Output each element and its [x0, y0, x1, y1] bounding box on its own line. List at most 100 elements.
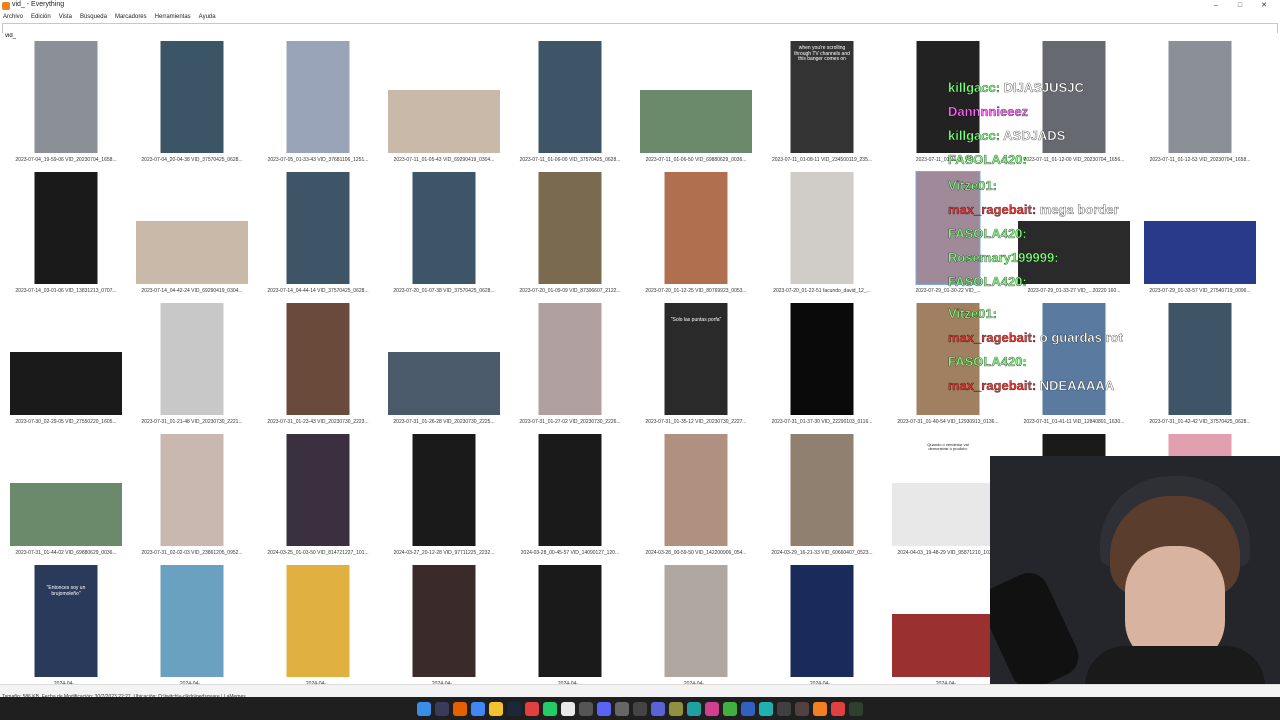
file-thumbnail-item[interactable]: 2023-07-11_01-12-53 VID_20230704_1658...	[1137, 34, 1263, 165]
app-cyan-icon[interactable]	[759, 701, 773, 716]
app-green2-icon[interactable]	[723, 701, 737, 716]
firefox-icon[interactable]	[453, 701, 467, 716]
minimize-button[interactable]: –	[1204, 0, 1228, 12]
file-name-label: 2023-07-31_01-35-12 VID_20230730_2227...	[645, 419, 747, 425]
file-thumbnail-item[interactable]: 2023-07-31_01-21-48 VID_20230730_2221...	[129, 296, 255, 427]
file-thumbnail-item[interactable]: 2023-07-31_01-23-43 VID_20230730_2223...	[255, 296, 381, 427]
folder-icon[interactable]	[489, 701, 503, 716]
file-thumbnail-item[interactable]: 2024-03-28_00-59-50 VID_142200906_054...	[633, 427, 759, 558]
chrome3-icon[interactable]	[831, 701, 845, 716]
file-thumbnail-item[interactable]: 2023-07-14_03-01-06 VID_13831213_0707...	[3, 165, 129, 296]
file-thumbnail-item[interactable]: 2023-07-29_01-33-57 VID_27540719_0096...	[1137, 165, 1263, 296]
chat-message: max_ragebait: mega border	[948, 202, 1134, 226]
file-thumbnail-item[interactable]: 2023-07-14_04-42-24 VID_69290419_0304...	[129, 165, 255, 296]
menu-vista[interactable]: Vista	[59, 12, 72, 22]
file-thumbnail-item[interactable]: 2023-07-11_01-05-43 VID_69290419_0304...	[381, 34, 507, 165]
app-white-icon[interactable]	[561, 701, 575, 716]
menu-ayuda[interactable]: Ayuda	[199, 12, 216, 22]
file-thumbnail-item[interactable]: 2024-03-25_01-03-50 VID_814721227_101...	[255, 427, 381, 558]
start-icon[interactable]	[417, 701, 431, 716]
file-thumbnail-item[interactable]: 2024-04-...	[507, 558, 633, 689]
steam-icon[interactable]	[507, 701, 521, 716]
file-thumbnail-item[interactable]: 2023-07-31_01-42-42 VID_37570425_0628...	[1137, 296, 1263, 427]
file-thumbnail-item[interactable]: 2024-04-..."Entonces soy un brujomoleño"	[3, 558, 129, 689]
thumbnail-caption-text: when you're scrolling through TV channel…	[794, 45, 850, 62]
file-thumbnail-item[interactable]: 2023-07-14_04-44-14 VID_37570425_0628...	[255, 165, 381, 296]
video-thumbnail-image	[790, 434, 854, 546]
app-x-icon[interactable]	[777, 701, 791, 716]
file-thumbnail-item[interactable]: 2023-07-20_01-22-51 facundo_david_12_...	[759, 165, 885, 296]
file-name-label: 2023-07-31_01-44-02 VID_69880629_0036...	[15, 550, 117, 556]
video-thumbnail-image	[388, 352, 500, 415]
chat-username: max_ragebait:	[948, 330, 1040, 345]
file-thumbnail-item[interactable]: 2023-07-31_01-35-12 VID_20230730_2227...…	[633, 296, 759, 427]
video-thumbnail-image	[538, 41, 602, 153]
status-bar: Tamaño: 586 KB, Fecha de Modificación: 3…	[0, 684, 1280, 700]
vscode-icon[interactable]	[651, 701, 665, 716]
menu-edicion[interactable]: Edición	[31, 12, 51, 22]
file-thumbnail-item[interactable]: 2024-04-...	[381, 558, 507, 689]
file-thumbnail-item[interactable]: 2023-07-04_19-59-06 VID_20230704_1658...	[3, 34, 129, 165]
file-thumbnail-item[interactable]: 2023-07-05_01-33-43 VID_37681106_1251...	[255, 34, 381, 165]
file-thumbnail-item[interactable]: 2024-03-29_16-21-33 VID_60660407_0523...	[759, 427, 885, 558]
file-thumbnail-item[interactable]: 2024-04-...	[759, 558, 885, 689]
file-thumbnail-item[interactable]: 2023-07-31_01-44-02 VID_69880629_0036...	[3, 427, 129, 558]
app-green-icon[interactable]	[543, 701, 557, 716]
chat-message: Rosemary199999:	[948, 250, 1134, 274]
app-ball-icon[interactable]	[669, 701, 683, 716]
file-thumbnail-item[interactable]: 2024-03-28_00-45-57 VID_14090127_120...	[507, 427, 633, 558]
file-thumbnail-item[interactable]: 2023-07-31_02-02-03 VID_23861205_0952...	[129, 427, 255, 558]
file-thumbnail-item[interactable]: 2023-07-30_02-29-05 VID_27550220_1605...…	[3, 296, 129, 427]
menu-archivo[interactable]: Archivo	[3, 12, 23, 22]
file-name-label: 2023-07-20_01-12-25 VID_80769923_0053...	[645, 288, 747, 294]
video-thumbnail-image	[664, 434, 728, 546]
file-name-label: 2023-07-11_01-06-50 VID_69880629_0036...	[645, 157, 747, 163]
file-thumbnail-item[interactable]: 2023-07-31_01-27-02 VID_20230730_2226...	[507, 296, 633, 427]
app-gray2-icon[interactable]	[615, 701, 629, 716]
video-thumbnail-image	[1144, 221, 1256, 284]
file-thumbnail-item[interactable]: 2023-07-20_01-07-38 VID_37570425_0628...	[381, 165, 507, 296]
menu-marcadores[interactable]: Marcadores	[115, 12, 147, 22]
stream-chat-overlay-1: killgacc: DIJASJUSJC Dannnnieeez killgacc…	[948, 80, 1134, 176]
app-blue-icon[interactable]	[741, 701, 755, 716]
file-thumbnail-item[interactable]: 2024-04-...	[633, 558, 759, 689]
maximize-button[interactable]: □	[1228, 0, 1252, 12]
file-thumbnail-item[interactable]: 2023-07-20_01-12-25 VID_80769923_0053...	[633, 165, 759, 296]
video-thumbnail-image	[538, 565, 602, 677]
video-thumbnail-image	[388, 90, 500, 153]
file-thumbnail-item[interactable]: 2023-07-11_01-08-11 VID_234500119_235...…	[759, 34, 885, 165]
file-thumbnail-item[interactable]: 2024-04-...	[255, 558, 381, 689]
file-thumbnail-item[interactable]: 2023-07-31_01-26-28 VID_20230730_2225...	[381, 296, 507, 427]
file-name-label: 2023-07-11_01-08-11 VID_234500119_235...	[771, 157, 873, 163]
file-thumbnail-item[interactable]: 2023-07-20_01-09-09 VID_87306607_2122...	[507, 165, 633, 296]
chat-message: max_ragebait: NDEAAAAA	[948, 378, 1134, 402]
video-thumbnail-image	[34, 41, 98, 153]
file-name-label: 2024-03-25_01-03-50 VID_814721227_101...	[267, 550, 369, 556]
video-thumbnail-image	[286, 41, 350, 153]
app-gray-icon[interactable]	[579, 701, 593, 716]
menu-herramientas[interactable]: Herramientas	[155, 12, 191, 22]
file-name-label: 2024-03-28_00-45-57 VID_14090127_120...	[520, 550, 620, 556]
chrome2-icon[interactable]	[525, 701, 539, 716]
file-thumbnail-item[interactable]: 2024-03-27_20-12-28 VID_97711225_2232...	[381, 427, 507, 558]
everything-icon[interactable]	[813, 701, 827, 716]
app-z-icon[interactable]	[849, 701, 863, 716]
file-thumbnail-item[interactable]: 2023-07-04_20-04-38 VID_37570425_0628...	[129, 34, 255, 165]
app-y-icon[interactable]	[795, 701, 809, 716]
discord-icon[interactable]	[597, 701, 611, 716]
file-thumbnail-item[interactable]: 2023-07-31_01-37-30 VID_22290103_0116...	[759, 296, 885, 427]
chrome-icon[interactable]	[471, 701, 485, 716]
video-thumbnail-image	[640, 90, 752, 153]
file-name-label: 2023-07-11_01-12-53 VID_20230704_1658...	[1149, 157, 1251, 163]
close-button[interactable]: ✕	[1252, 0, 1276, 12]
search-icon[interactable]	[435, 701, 449, 716]
app-multi-icon[interactable]	[705, 701, 719, 716]
chat-message: killgacc: ASDJADS	[948, 128, 1134, 152]
obs-icon[interactable]	[633, 701, 647, 716]
file-thumbnail-item[interactable]: 2023-07-11_01-06-50 VID_69880629_0036...	[633, 34, 759, 165]
file-thumbnail-item[interactable]: 2023-07-11_01-06-00 VID_37570425_0628...	[507, 34, 633, 165]
chat-message: max_ragebait: o guardas rot	[948, 330, 1134, 354]
app-teal-icon[interactable]	[687, 701, 701, 716]
file-thumbnail-item[interactable]: 2024-04-...	[129, 558, 255, 689]
menu-busqueda[interactable]: Búsqueda	[80, 12, 107, 22]
